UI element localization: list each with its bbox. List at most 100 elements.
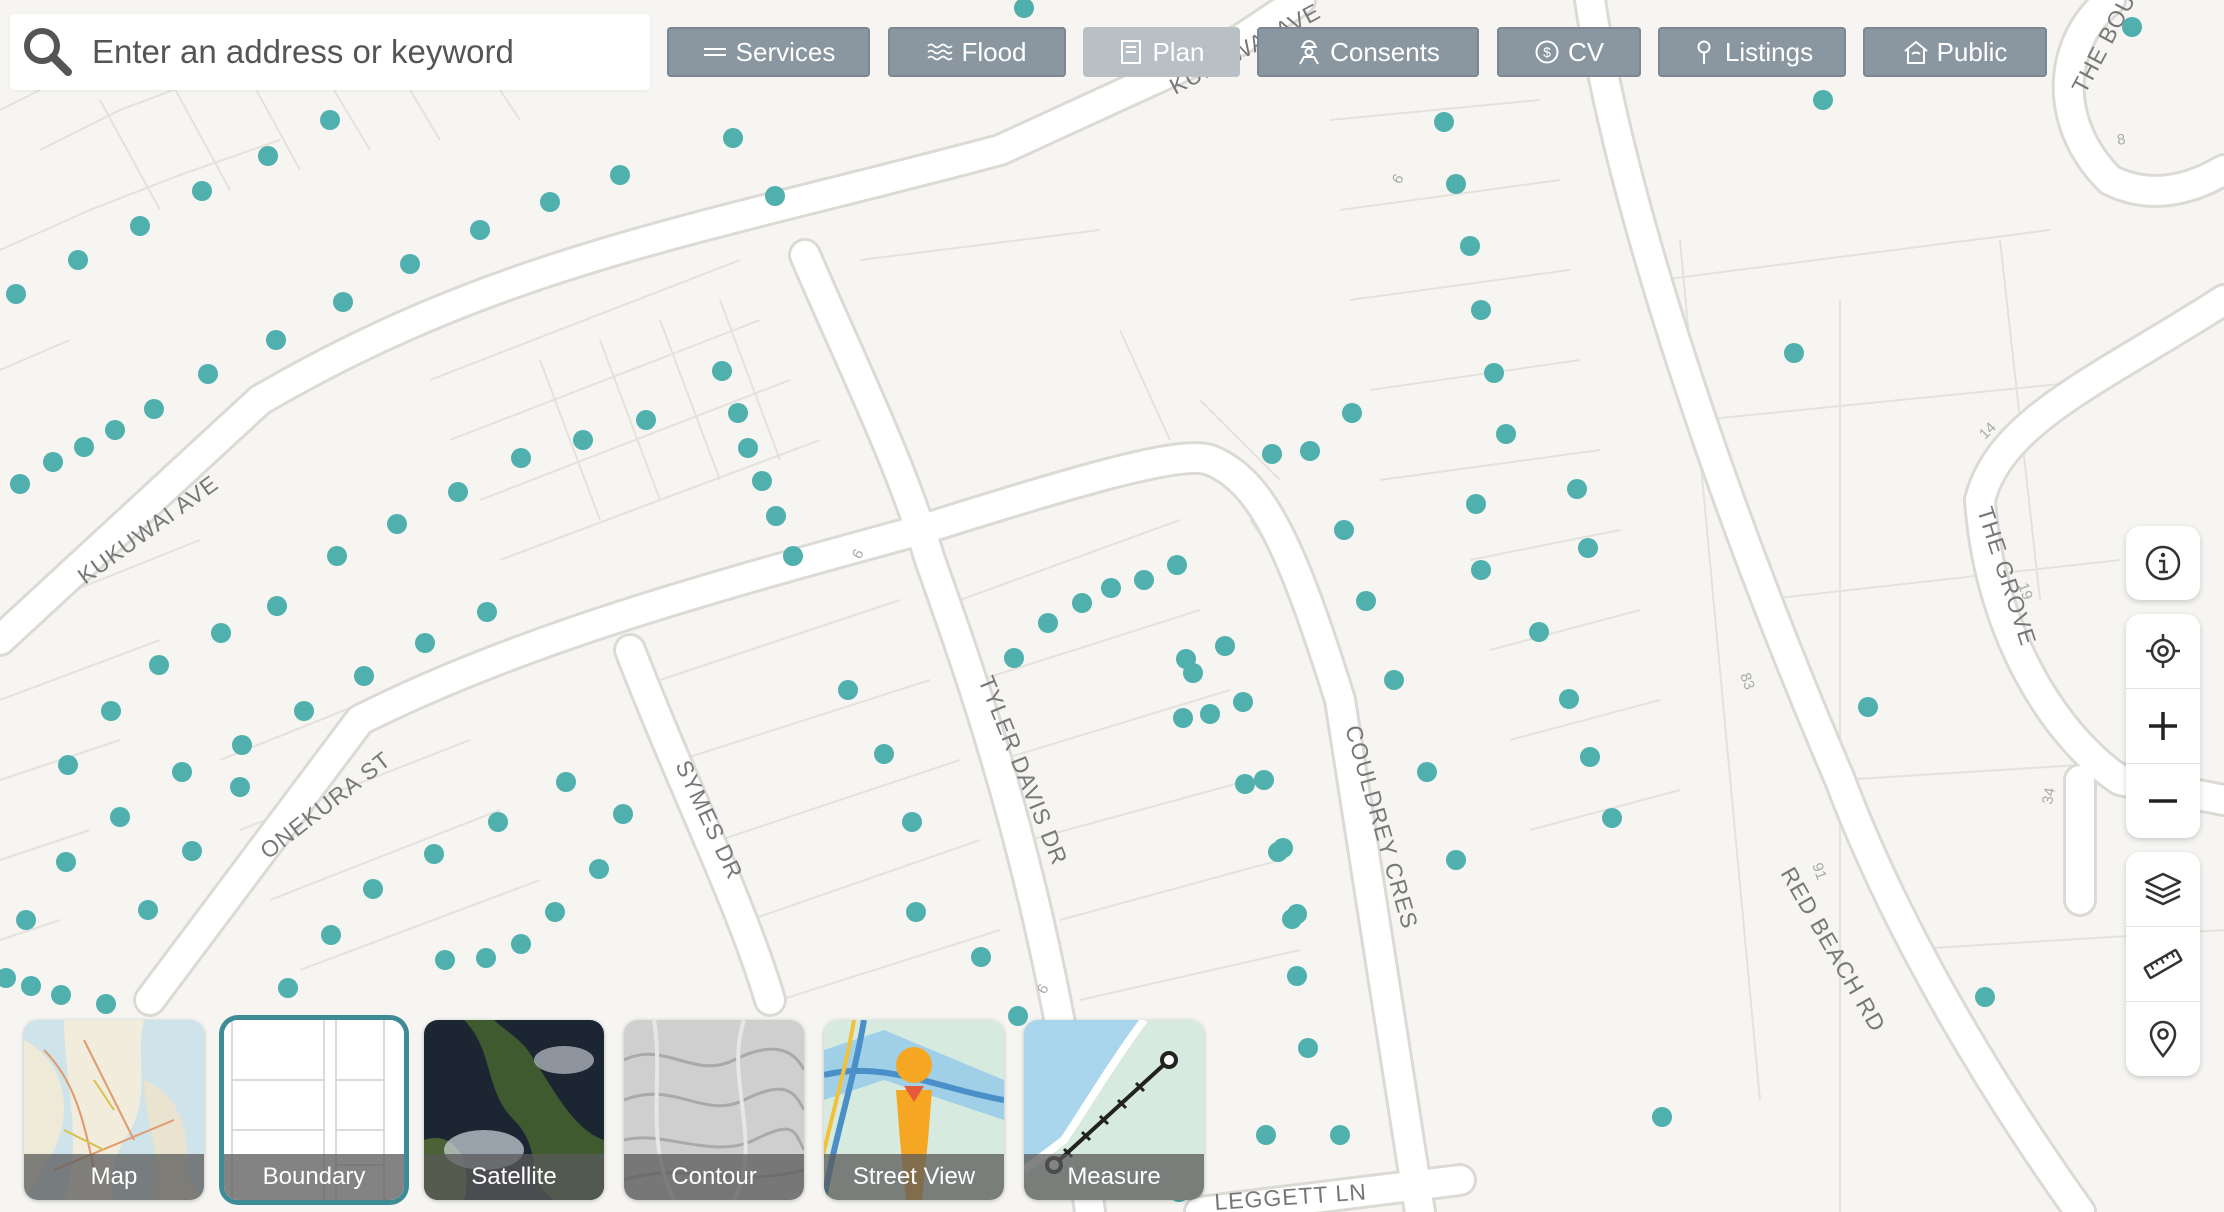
property-marker[interactable]	[766, 506, 786, 526]
property-marker[interactable]	[1215, 636, 1235, 656]
property-marker[interactable]	[765, 186, 785, 206]
property-marker[interactable]	[74, 437, 94, 457]
property-marker[interactable]	[477, 602, 497, 622]
property-marker[interactable]	[1446, 850, 1466, 870]
property-marker[interactable]	[400, 254, 420, 274]
property-marker[interactable]	[1173, 708, 1193, 728]
property-marker[interactable]	[728, 403, 748, 423]
property-marker[interactable]	[68, 250, 88, 270]
property-marker[interactable]	[613, 804, 633, 824]
property-marker[interactable]	[1176, 649, 1196, 669]
tool-controls[interactable]	[2126, 852, 2200, 1076]
property-marker[interactable]	[1417, 762, 1437, 782]
property-marker[interactable]	[144, 399, 164, 419]
property-marker[interactable]	[230, 777, 250, 797]
property-marker[interactable]	[1652, 1107, 1672, 1127]
base-layer-satellite[interactable]: Satellite	[424, 1020, 604, 1200]
property-marker[interactable]	[610, 165, 630, 185]
property-marker[interactable]	[556, 772, 576, 792]
property-marker[interactable]	[232, 735, 252, 755]
property-marker[interactable]	[1167, 555, 1187, 575]
property-marker[interactable]	[1342, 403, 1362, 423]
property-marker[interactable]	[1466, 494, 1486, 514]
property-marker[interactable]	[21, 976, 41, 996]
property-marker[interactable]	[105, 420, 125, 440]
property-marker[interactable]	[320, 110, 340, 130]
base-layer-street-view[interactable]: Street View	[824, 1020, 1004, 1200]
property-marker[interactable]	[110, 807, 130, 827]
property-marker[interactable]	[138, 900, 158, 920]
property-marker[interactable]	[130, 216, 150, 236]
property-marker[interactable]	[1858, 697, 1878, 717]
property-marker[interactable]	[1072, 593, 1092, 613]
property-marker[interactable]	[723, 128, 743, 148]
search-icon[interactable]	[20, 24, 76, 80]
search-bar[interactable]	[10, 14, 650, 90]
info-button[interactable]	[2126, 526, 2200, 600]
property-marker[interactable]	[1784, 343, 1804, 363]
property-marker[interactable]	[1471, 560, 1491, 580]
property-marker[interactable]	[327, 546, 347, 566]
property-marker[interactable]	[906, 902, 926, 922]
property-marker[interactable]	[1282, 909, 1302, 929]
property-marker[interactable]	[182, 841, 202, 861]
property-marker[interactable]	[10, 474, 30, 494]
property-marker[interactable]	[2122, 17, 2142, 37]
property-marker[interactable]	[43, 452, 63, 472]
info-control[interactable]	[2126, 526, 2200, 600]
property-marker[interactable]	[874, 744, 894, 764]
property-marker[interactable]	[58, 755, 78, 775]
public-button[interactable]: Public	[1863, 27, 2047, 77]
services-button[interactable]: Services	[667, 27, 870, 77]
property-marker[interactable]	[1256, 1125, 1276, 1145]
property-marker[interactable]	[258, 146, 278, 166]
property-marker[interactable]	[294, 701, 314, 721]
property-marker[interactable]	[476, 948, 496, 968]
property-marker[interactable]	[1975, 987, 1995, 1007]
property-marker[interactable]	[1134, 570, 1154, 590]
property-marker[interactable]	[1233, 692, 1253, 712]
property-marker[interactable]	[545, 902, 565, 922]
property-marker[interactable]	[435, 950, 455, 970]
property-marker[interactable]	[448, 482, 468, 502]
property-marker[interactable]	[424, 844, 444, 864]
property-marker[interactable]	[266, 330, 286, 350]
property-marker[interactable]	[540, 192, 560, 212]
property-marker[interactable]	[415, 633, 435, 653]
property-marker[interactable]	[1602, 808, 1622, 828]
property-marker[interactable]	[1578, 538, 1598, 558]
layers-button[interactable]	[2126, 852, 2200, 927]
zoom-controls[interactable]	[2126, 614, 2200, 838]
zoom-in-button[interactable]	[2126, 689, 2200, 764]
property-marker[interactable]	[56, 852, 76, 872]
base-layer-boundary[interactable]: Boundary	[224, 1020, 404, 1200]
property-marker[interactable]	[738, 438, 758, 458]
property-marker[interactable]	[6, 284, 26, 304]
property-marker[interactable]	[470, 220, 490, 240]
property-marker[interactable]	[1446, 174, 1466, 194]
property-marker[interactable]	[1580, 747, 1600, 767]
property-marker[interactable]	[101, 701, 121, 721]
property-marker[interactable]	[511, 934, 531, 954]
property-marker[interactable]	[278, 978, 298, 998]
property-marker[interactable]	[1004, 648, 1024, 668]
property-marker[interactable]	[1298, 1038, 1318, 1058]
property-marker[interactable]	[902, 812, 922, 832]
cv-button[interactable]: $ CV	[1497, 27, 1641, 77]
property-marker[interactable]	[712, 361, 732, 381]
property-marker[interactable]	[488, 812, 508, 832]
property-marker[interactable]	[1330, 1125, 1350, 1145]
property-marker[interactable]	[589, 859, 609, 879]
property-marker[interactable]	[1484, 363, 1504, 383]
property-marker[interactable]	[573, 430, 593, 450]
property-marker[interactable]	[354, 666, 374, 686]
property-marker[interactable]	[1529, 622, 1549, 642]
property-marker[interactable]	[752, 471, 772, 491]
property-marker[interactable]	[321, 925, 341, 945]
property-marker[interactable]	[387, 514, 407, 534]
consents-button[interactable]: Consents	[1257, 27, 1479, 77]
property-marker[interactable]	[192, 181, 212, 201]
property-marker[interactable]	[16, 910, 36, 930]
property-marker[interactable]	[1496, 424, 1516, 444]
drop-pin-button[interactable]	[2126, 1002, 2200, 1076]
